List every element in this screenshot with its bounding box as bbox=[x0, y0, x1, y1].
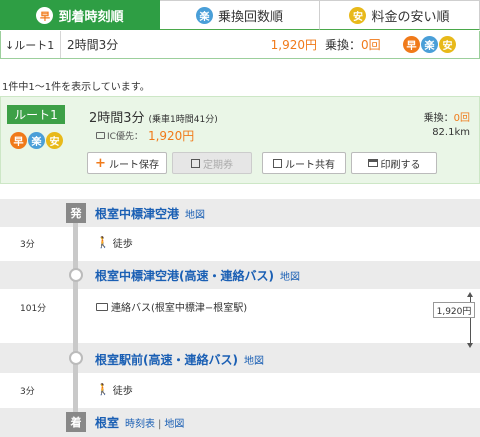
ic-label: IC優先： bbox=[107, 132, 143, 142]
map-link[interactable]: 地図 bbox=[244, 356, 264, 367]
summary-transfers: 乗換：0回 bbox=[325, 36, 400, 53]
commuter-pass-button[interactable]: 定期券 bbox=[172, 152, 252, 174]
plus-icon: + bbox=[95, 155, 106, 171]
route-duration: 2時間3分 (乗車1時間41分) bbox=[89, 107, 218, 126]
pass-icon bbox=[191, 158, 200, 168]
stop-name: 根室中標津空港 地図 bbox=[95, 205, 205, 222]
stop-node bbox=[69, 268, 83, 282]
stop-label: 根室 bbox=[95, 416, 120, 430]
route-transfers: 乗換：0回 bbox=[424, 109, 470, 124]
mode-label: 連絡バス(根室中標津−根室駅) bbox=[111, 303, 248, 314]
walk-icon: 🚶 bbox=[96, 236, 110, 249]
yasu-badge-icon: 安 bbox=[349, 6, 367, 24]
depart-tag: 発 bbox=[66, 203, 86, 223]
tab-label: 乗換回数順 bbox=[217, 9, 283, 25]
segment-minutes: 3分 bbox=[20, 387, 35, 397]
save-label: ルート保存 bbox=[108, 159, 159, 171]
arrive-tag: 着 bbox=[66, 412, 86, 432]
haya-badge-icon: 早 bbox=[10, 132, 27, 149]
route-line bbox=[73, 219, 78, 414]
haya-badge-icon: 早 bbox=[403, 36, 420, 53]
print-label: 印刷する bbox=[380, 159, 421, 171]
tab-arrival-time[interactable]: 早 到着時刻順 bbox=[0, 0, 160, 30]
share-icon bbox=[273, 158, 282, 168]
segment-mode: 連絡バス(根室中標津−根室駅) bbox=[96, 299, 247, 314]
tab-label: 料金の安い順 bbox=[371, 9, 450, 25]
timetable-link[interactable]: 時刻表 bbox=[125, 419, 155, 430]
print-button[interactable]: 印刷する bbox=[351, 152, 437, 174]
segment-minutes: 101分 bbox=[20, 304, 47, 314]
ic-fare: IC優先： 1,920円 bbox=[96, 127, 194, 144]
route-share-button[interactable]: ルート共有 bbox=[262, 152, 346, 174]
tab-label: 到着時刻順 bbox=[58, 9, 124, 25]
stop-label: 根室中標津空港 bbox=[95, 207, 180, 221]
transfers-label: 乗換： bbox=[423, 113, 454, 124]
summary-duration: 2時間3分 bbox=[67, 38, 119, 52]
yasu-badge-icon: 安 bbox=[46, 132, 63, 149]
mode-label: 徒歩 bbox=[112, 386, 133, 397]
ride-time: (乗車1時間41分) bbox=[148, 115, 218, 125]
map-link[interactable]: 地図 bbox=[185, 210, 205, 221]
route-distance: 82.1km bbox=[432, 127, 470, 138]
stop-name: 根室駅前(高速・連絡バス) 地図 bbox=[95, 351, 264, 368]
stop-name: 根室 時刻表 | 地図 bbox=[95, 414, 184, 431]
sort-tabs: 早 到着時刻順 楽 乗換回数順 安 料金の安い順 bbox=[0, 0, 480, 30]
result-count: 1件中1〜1件を表示しています。 bbox=[2, 82, 150, 93]
haya-badge-icon: 早 bbox=[36, 6, 54, 24]
raku-badge-icon: 楽 bbox=[195, 6, 213, 24]
segment-fare: 1,920円 bbox=[433, 302, 475, 318]
route-summary-row[interactable]: ↓ルート1 2時間3分 1,920円 乗換：0回 早 楽 安 bbox=[0, 31, 480, 59]
summary-fare: 1,920円 bbox=[270, 38, 317, 52]
route-badges: 早 楽 安 bbox=[10, 132, 63, 149]
printer-icon bbox=[367, 159, 378, 167]
map-link[interactable]: 地図 bbox=[164, 419, 184, 430]
route-link[interactable]: ↓ルート1 bbox=[1, 31, 61, 58]
raku-badge-icon: 楽 bbox=[421, 36, 438, 53]
teiki-label: 定期券 bbox=[203, 159, 233, 171]
mode-label: 徒歩 bbox=[112, 239, 133, 250]
route-save-button[interactable]: + ルート保存 bbox=[87, 152, 167, 174]
transfers-value: 0回 bbox=[361, 38, 381, 52]
route-label: ルート1 bbox=[7, 105, 65, 124]
stop-name: 根室中標津空港(高速・連絡バス) 地図 bbox=[95, 267, 300, 284]
yasu-badge-icon: 安 bbox=[439, 36, 456, 53]
tab-cheapest-fare[interactable]: 安 料金の安い順 bbox=[320, 0, 480, 30]
transfers-label: 乗換： bbox=[325, 38, 362, 52]
segment-mode: 🚶 徒歩 bbox=[96, 235, 133, 250]
walk-icon: 🚶 bbox=[96, 383, 110, 396]
segment-mode: 🚶 徒歩 bbox=[96, 382, 133, 397]
transfers-value: 0回 bbox=[453, 113, 470, 124]
route-detail-box: ルート1 早 楽 安 2時間3分 (乗車1時間41分) IC優先： 1,920円 … bbox=[0, 96, 480, 184]
stop-node bbox=[69, 351, 83, 365]
stop-label: 根室中標津空港(高速・連絡バス) bbox=[95, 269, 274, 283]
duration-value: 2時間3分 bbox=[89, 111, 145, 126]
tab-transfer-count[interactable]: 楽 乗換回数順 bbox=[160, 0, 320, 30]
summary-badges: 早 楽 安 bbox=[403, 36, 456, 53]
share-label: ルート共有 bbox=[285, 159, 335, 171]
ic-card-icon bbox=[96, 132, 105, 139]
stop-label: 根室駅前(高速・連絡バス) bbox=[95, 353, 238, 367]
segment-minutes: 3分 bbox=[20, 240, 35, 250]
raku-badge-icon: 楽 bbox=[28, 132, 45, 149]
separator: | bbox=[158, 419, 162, 430]
bus-icon bbox=[96, 302, 108, 311]
route-fare: 1,920円 bbox=[147, 129, 195, 143]
map-link[interactable]: 地図 bbox=[280, 272, 300, 283]
